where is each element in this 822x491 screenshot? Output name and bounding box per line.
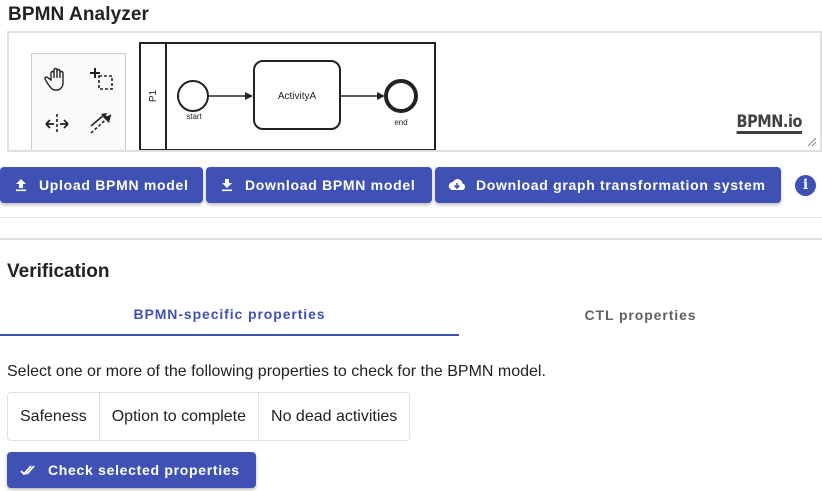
- bpmn-io-logo[interactable]: BPMN.io: [736, 113, 802, 134]
- info-icon[interactable]: i: [795, 175, 816, 196]
- property-no-dead-activities[interactable]: No dead activities: [259, 393, 410, 440]
- cloud-download-icon: [448, 179, 466, 190]
- upload-bpmn-button[interactable]: Upload BPMN model: [0, 167, 203, 203]
- activity-label: ActivityA: [278, 91, 317, 102]
- end-event[interactable]: [384, 79, 418, 113]
- app-title: BPMN Analyzer: [8, 4, 150, 25]
- download-gts-button[interactable]: Download graph transformation system: [435, 167, 781, 203]
- property-safeness[interactable]: Safeness: [8, 393, 100, 440]
- bpmn-diagram: P1 start ActivityA end: [139, 42, 436, 150]
- start-event[interactable]: [177, 80, 209, 112]
- divider: [0, 217, 822, 218]
- bpmn-modeler-canvas[interactable]: P1 start ActivityA end BPMN.io: [7, 31, 822, 152]
- download-gts-label: Download graph transformation system: [476, 177, 766, 193]
- tab-ctl-properties[interactable]: CTL properties: [459, 294, 822, 336]
- check-selected-properties-button[interactable]: Check selected properties: [7, 452, 256, 488]
- download-button-label: Download BPMN model: [245, 177, 416, 193]
- property-toggle-group: Safeness Option to complete No dead acti…: [7, 392, 411, 441]
- download-icon: [222, 179, 232, 192]
- property-option-to-complete[interactable]: Option to complete: [99, 393, 260, 440]
- resize-grip-icon[interactable]: [805, 135, 817, 147]
- start-event-label: start: [186, 112, 202, 121]
- upload-button-label: Upload BPMN model: [39, 177, 189, 193]
- verification-title: Verification: [7, 261, 110, 282]
- section-divider: [0, 238, 822, 240]
- pool-label: P1: [148, 89, 159, 102]
- double-check-icon: [20, 465, 35, 476]
- verification-instruction: Select one or more of the following prop…: [7, 363, 546, 380]
- download-bpmn-button[interactable]: Download BPMN model: [206, 167, 432, 203]
- upload-icon: [16, 179, 26, 192]
- tab-bpmn-specific-properties[interactable]: BPMN-specific properties: [0, 294, 459, 336]
- end-event-label: end: [394, 118, 407, 127]
- check-button-label: Check selected properties: [48, 462, 240, 478]
